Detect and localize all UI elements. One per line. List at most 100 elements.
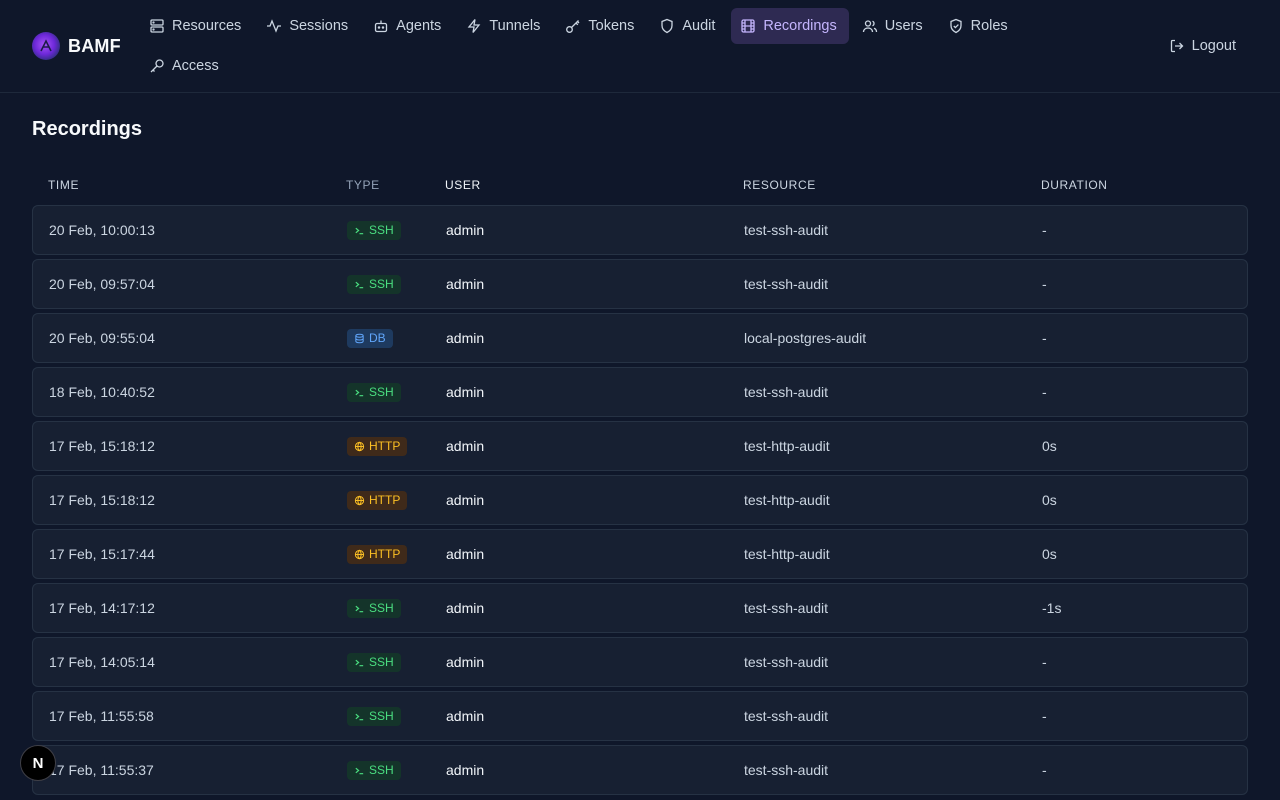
cell-duration: -	[1042, 330, 1047, 346]
terminal-icon	[355, 767, 364, 774]
nav-label: Resources	[172, 18, 242, 34]
nextjs-dev-indicator-button[interactable]: N	[20, 745, 56, 781]
type-badge-label: SSH	[369, 223, 394, 237]
cell-duration: 0s	[1042, 438, 1057, 454]
table-row[interactable]: 17 Feb, 11:55:58 SSH admin test-ssh-audit -	[32, 691, 1248, 741]
terminal-icon	[355, 659, 364, 666]
brand-name: BAMF	[68, 35, 121, 56]
type-badge: SSH	[347, 220, 401, 240]
log-out-icon	[1170, 39, 1184, 53]
cell-type: SSH	[347, 382, 446, 402]
nav-label: Recordings	[763, 18, 837, 34]
cell-resource: test-ssh-audit	[744, 384, 829, 400]
terminal-icon	[355, 605, 364, 612]
table-row[interactable]: 17 Feb, 15:18:12 HTTP admin test-http-audit…	[32, 421, 1248, 471]
cell-duration: -	[1042, 708, 1047, 724]
nav-item-tunnels[interactable]: Tunnels	[457, 8, 552, 44]
shield-check-icon	[949, 18, 962, 34]
nav-item-audit[interactable]: Audit	[650, 8, 727, 44]
cell-user: admin	[446, 654, 485, 670]
bot-icon	[375, 20, 388, 33]
table-row[interactable]: 17 Feb, 15:18:12 HTTP admin test-http-audit…	[32, 475, 1248, 525]
brand[interactable]: BAMF	[32, 30, 121, 62]
nav-item-users[interactable]: Users	[853, 8, 935, 44]
cell-resource: test-ssh-audit	[744, 222, 829, 238]
nav-item-access[interactable]: Access	[140, 48, 231, 84]
cell-duration: -	[1042, 276, 1047, 292]
type-badge-label: DB	[369, 331, 386, 345]
cell-resource: test-ssh-audit	[744, 276, 829, 292]
globe-icon	[354, 495, 365, 505]
cell-time: 17 Feb, 14:05:14	[49, 654, 155, 670]
type-badge: SSH	[347, 598, 401, 618]
users-icon	[862, 20, 877, 33]
cell-resource: test-http-audit	[744, 438, 830, 454]
cell-resource: test-ssh-audit	[744, 708, 829, 724]
type-badge: SSH	[347, 274, 401, 294]
nav-item-sessions[interactable]: Sessions	[257, 8, 360, 44]
nav-item-agents[interactable]: Agents	[364, 8, 453, 44]
type-badge-label: SSH	[369, 655, 394, 669]
type-badge-label: SSH	[369, 709, 394, 723]
cell-resource: test-ssh-audit	[744, 654, 829, 670]
cell-type: DB	[347, 328, 446, 348]
table-row[interactable]: 17 Feb, 15:17:44 HTTP admin test-http-audit…	[32, 529, 1248, 579]
type-badge-label: SSH	[369, 277, 394, 291]
film-icon	[741, 19, 756, 33]
cell-user: admin	[446, 492, 485, 508]
table-row[interactable]: 17 Feb, 11:55:37 SSH admin test-ssh-audit -	[32, 745, 1248, 795]
nav-item-tokens[interactable]: Tokens	[556, 8, 646, 44]
table-row[interactable]: 20 Feb, 10:00:13 SSH admin test-ssh-audit -	[32, 205, 1248, 255]
cell-duration: -	[1042, 222, 1047, 238]
table-row[interactable]: 18 Feb, 10:40:52 SSH admin test-ssh-audit -	[32, 367, 1248, 417]
cell-user: admin	[446, 546, 485, 562]
nav-item-resources[interactable]: Resources	[140, 8, 253, 44]
globe-icon	[354, 441, 365, 451]
cell-type: SSH	[347, 652, 446, 672]
logout-button[interactable]: Logout	[1157, 28, 1248, 64]
cell-type: SSH	[347, 220, 446, 240]
page-title: Recordings	[32, 118, 143, 140]
nav-label: Tunnels	[489, 18, 541, 34]
nav-item-recordings[interactable]: Recordings	[731, 8, 849, 44]
type-badge: HTTP	[347, 490, 408, 510]
cell-user: admin	[446, 330, 485, 346]
type-badge: HTTP	[347, 544, 408, 564]
table-row[interactable]: 20 Feb, 09:57:04 SSH admin test-ssh-audit -	[32, 259, 1248, 309]
table-row[interactable]: 17 Feb, 14:05:14 SSH admin test-ssh-audit -	[32, 637, 1248, 687]
cell-time: 17 Feb, 11:55:37	[49, 762, 154, 778]
nav-label: Audit	[682, 18, 716, 34]
cell-duration: 0s	[1042, 492, 1057, 508]
type-badge: SSH	[347, 760, 401, 780]
table-row[interactable]: 20 Feb, 09:55:04 DB admin local-postgres-au…	[32, 313, 1248, 363]
nav-label: Sessions	[289, 18, 349, 34]
nav-label: Access	[172, 58, 219, 74]
column-header-type: TYPE	[346, 178, 380, 192]
cell-type: HTTP	[347, 490, 446, 510]
cell-time: 17 Feb, 11:55:58	[49, 708, 154, 724]
cell-time: 17 Feb, 14:17:12	[49, 600, 155, 616]
nav-item-roles[interactable]: Roles	[939, 8, 1020, 44]
nav-label: Agents	[396, 18, 442, 34]
cell-user: admin	[446, 276, 485, 292]
cell-resource: test-ssh-audit	[744, 762, 829, 778]
cell-time: 17 Feb, 15:18:12	[49, 438, 155, 454]
terminal-icon	[355, 713, 364, 720]
cell-type: SSH	[347, 760, 446, 780]
type-badge-label: HTTP	[369, 439, 401, 453]
cell-time: 17 Feb, 15:17:44	[49, 546, 155, 562]
cell-type: HTTP	[347, 544, 446, 564]
cell-user: admin	[446, 762, 485, 778]
terminal-icon	[355, 227, 364, 234]
cell-resource: test-ssh-audit	[744, 600, 829, 616]
cell-time: 20 Feb, 10:00:13	[49, 222, 155, 238]
cell-resource: test-http-audit	[744, 546, 830, 562]
nav-label: Roles	[970, 18, 1008, 34]
cell-type: HTTP	[347, 436, 446, 456]
type-badge: SSH	[347, 382, 401, 402]
type-badge-label: HTTP	[369, 493, 401, 507]
table-row[interactable]: 17 Feb, 14:17:12 SSH admin test-ssh-audit -1…	[32, 583, 1248, 633]
column-header-duration: DURATION	[1041, 178, 1108, 192]
column-header-time: TIME	[48, 178, 80, 192]
shield-icon	[661, 18, 673, 34]
